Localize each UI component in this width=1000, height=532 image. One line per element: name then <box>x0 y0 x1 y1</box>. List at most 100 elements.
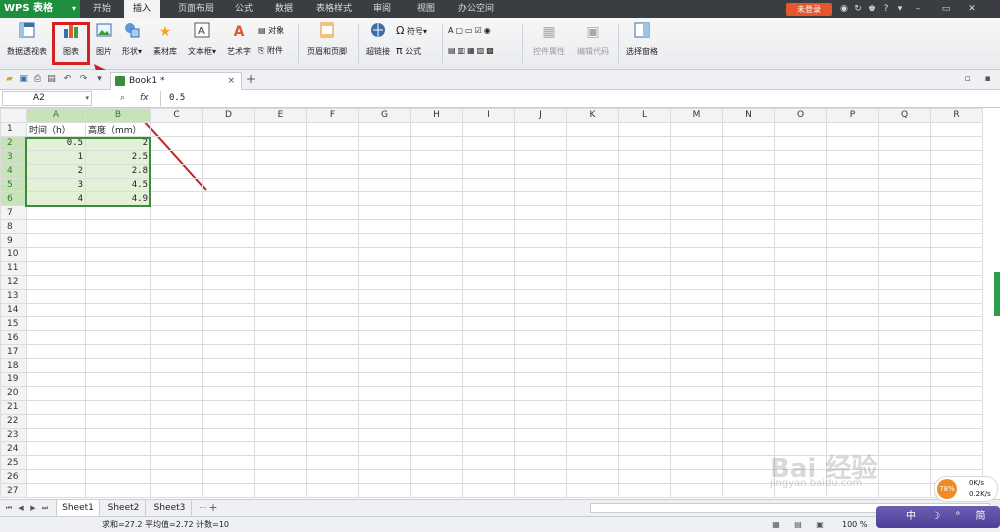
cell[interactable] <box>358 385 411 401</box>
cell[interactable] <box>254 372 307 387</box>
cell[interactable] <box>670 441 723 457</box>
cell[interactable] <box>306 399 359 415</box>
cell[interactable] <box>410 177 463 193</box>
chevron-down-icon[interactable]: ▾ <box>94 74 105 85</box>
cell[interactable] <box>410 413 463 429</box>
cell[interactable] <box>826 344 879 360</box>
cell[interactable] <box>826 330 879 346</box>
cell[interactable] <box>26 427 86 443</box>
cell[interactable] <box>618 427 671 443</box>
cell[interactable] <box>254 413 307 429</box>
cell[interactable] <box>26 260 86 276</box>
cell[interactable] <box>670 330 723 346</box>
cell[interactable] <box>670 344 723 360</box>
cell[interactable] <box>462 316 515 332</box>
cell[interactable] <box>150 302 203 318</box>
cell[interactable] <box>514 372 567 387</box>
cell[interactable] <box>462 483 515 499</box>
cell[interactable] <box>410 219 463 235</box>
cell[interactable] <box>878 469 931 485</box>
cell[interactable] <box>618 260 671 276</box>
cell[interactable] <box>930 177 983 193</box>
cell[interactable] <box>670 469 723 485</box>
cell[interactable] <box>826 302 879 318</box>
cell[interactable] <box>618 413 671 429</box>
cell[interactable] <box>462 205 515 221</box>
row-header[interactable]: 10 <box>0 247 27 262</box>
cell[interactable] <box>202 441 255 457</box>
close-icon[interactable]: × <box>227 73 235 89</box>
cell[interactable] <box>878 441 931 457</box>
cell[interactable] <box>722 427 775 443</box>
cell[interactable] <box>826 260 879 276</box>
cell[interactable] <box>878 177 931 193</box>
cell[interactable] <box>618 149 671 165</box>
cell[interactable] <box>26 205 86 221</box>
cell[interactable] <box>566 163 619 179</box>
cell[interactable] <box>774 413 827 429</box>
cell[interactable]: 时间（h） <box>26 121 86 137</box>
cell[interactable] <box>670 260 723 276</box>
cell[interactable] <box>930 399 983 415</box>
cell[interactable] <box>878 233 931 249</box>
add-sheet-icon[interactable]: + <box>208 502 218 513</box>
cell[interactable] <box>150 441 203 457</box>
cell[interactable] <box>826 358 879 374</box>
cell[interactable] <box>566 219 619 235</box>
cell[interactable] <box>826 121 879 137</box>
cell[interactable] <box>670 233 723 249</box>
cell[interactable] <box>774 247 827 262</box>
row-header[interactable]: 4 <box>0 163 27 179</box>
cell[interactable] <box>566 316 619 332</box>
cell[interactable] <box>618 177 671 193</box>
cell[interactable] <box>358 441 411 457</box>
cell[interactable] <box>462 260 515 276</box>
column-header[interactable]: F <box>306 108 359 123</box>
cell[interactable] <box>202 427 255 443</box>
cell[interactable] <box>306 260 359 276</box>
cell[interactable] <box>618 205 671 221</box>
cell[interactable] <box>358 135 411 151</box>
cell[interactable] <box>150 413 203 429</box>
cell[interactable] <box>85 233 151 249</box>
sheet-tab-sheet2[interactable]: Sheet2 <box>102 500 146 516</box>
row-header[interactable]: 17 <box>0 344 27 360</box>
cell[interactable] <box>930 191 983 207</box>
cell[interactable] <box>462 288 515 304</box>
cell[interactable] <box>85 260 151 276</box>
cell[interactable] <box>306 316 359 332</box>
cell[interactable] <box>618 135 671 151</box>
cell[interactable] <box>514 177 567 193</box>
column-header[interactable]: R <box>930 108 983 123</box>
cell[interactable] <box>202 469 255 485</box>
cell[interactable] <box>774 358 827 374</box>
cell[interactable] <box>670 483 723 499</box>
row-header[interactable]: 5 <box>0 177 27 193</box>
cell[interactable] <box>514 288 567 304</box>
cell[interactable] <box>566 274 619 290</box>
name-box[interactable]: A2 ▾ <box>2 91 92 106</box>
row-header[interactable]: 3 <box>0 149 27 165</box>
cell[interactable] <box>410 358 463 374</box>
cell[interactable] <box>202 483 255 499</box>
cell[interactable] <box>826 219 879 235</box>
cell[interactable] <box>618 455 671 471</box>
cell[interactable] <box>774 135 827 151</box>
tab-book1[interactable]: Book1 * × <box>110 72 242 90</box>
cell[interactable] <box>410 316 463 332</box>
cell[interactable] <box>878 135 931 151</box>
cell[interactable] <box>358 247 411 262</box>
cell[interactable] <box>566 344 619 360</box>
cell[interactable] <box>826 163 879 179</box>
cell[interactable] <box>26 372 86 387</box>
column-header[interactable]: J <box>514 108 567 123</box>
cell[interactable] <box>774 149 827 165</box>
normal-view-icon[interactable]: ▦ <box>770 519 782 530</box>
row-header[interactable]: 9 <box>0 233 27 249</box>
cell[interactable] <box>618 247 671 262</box>
cell[interactable] <box>254 205 307 221</box>
cell[interactable] <box>202 399 255 415</box>
cell[interactable] <box>670 455 723 471</box>
cell[interactable] <box>306 219 359 235</box>
row-header[interactable]: 25 <box>0 455 27 471</box>
